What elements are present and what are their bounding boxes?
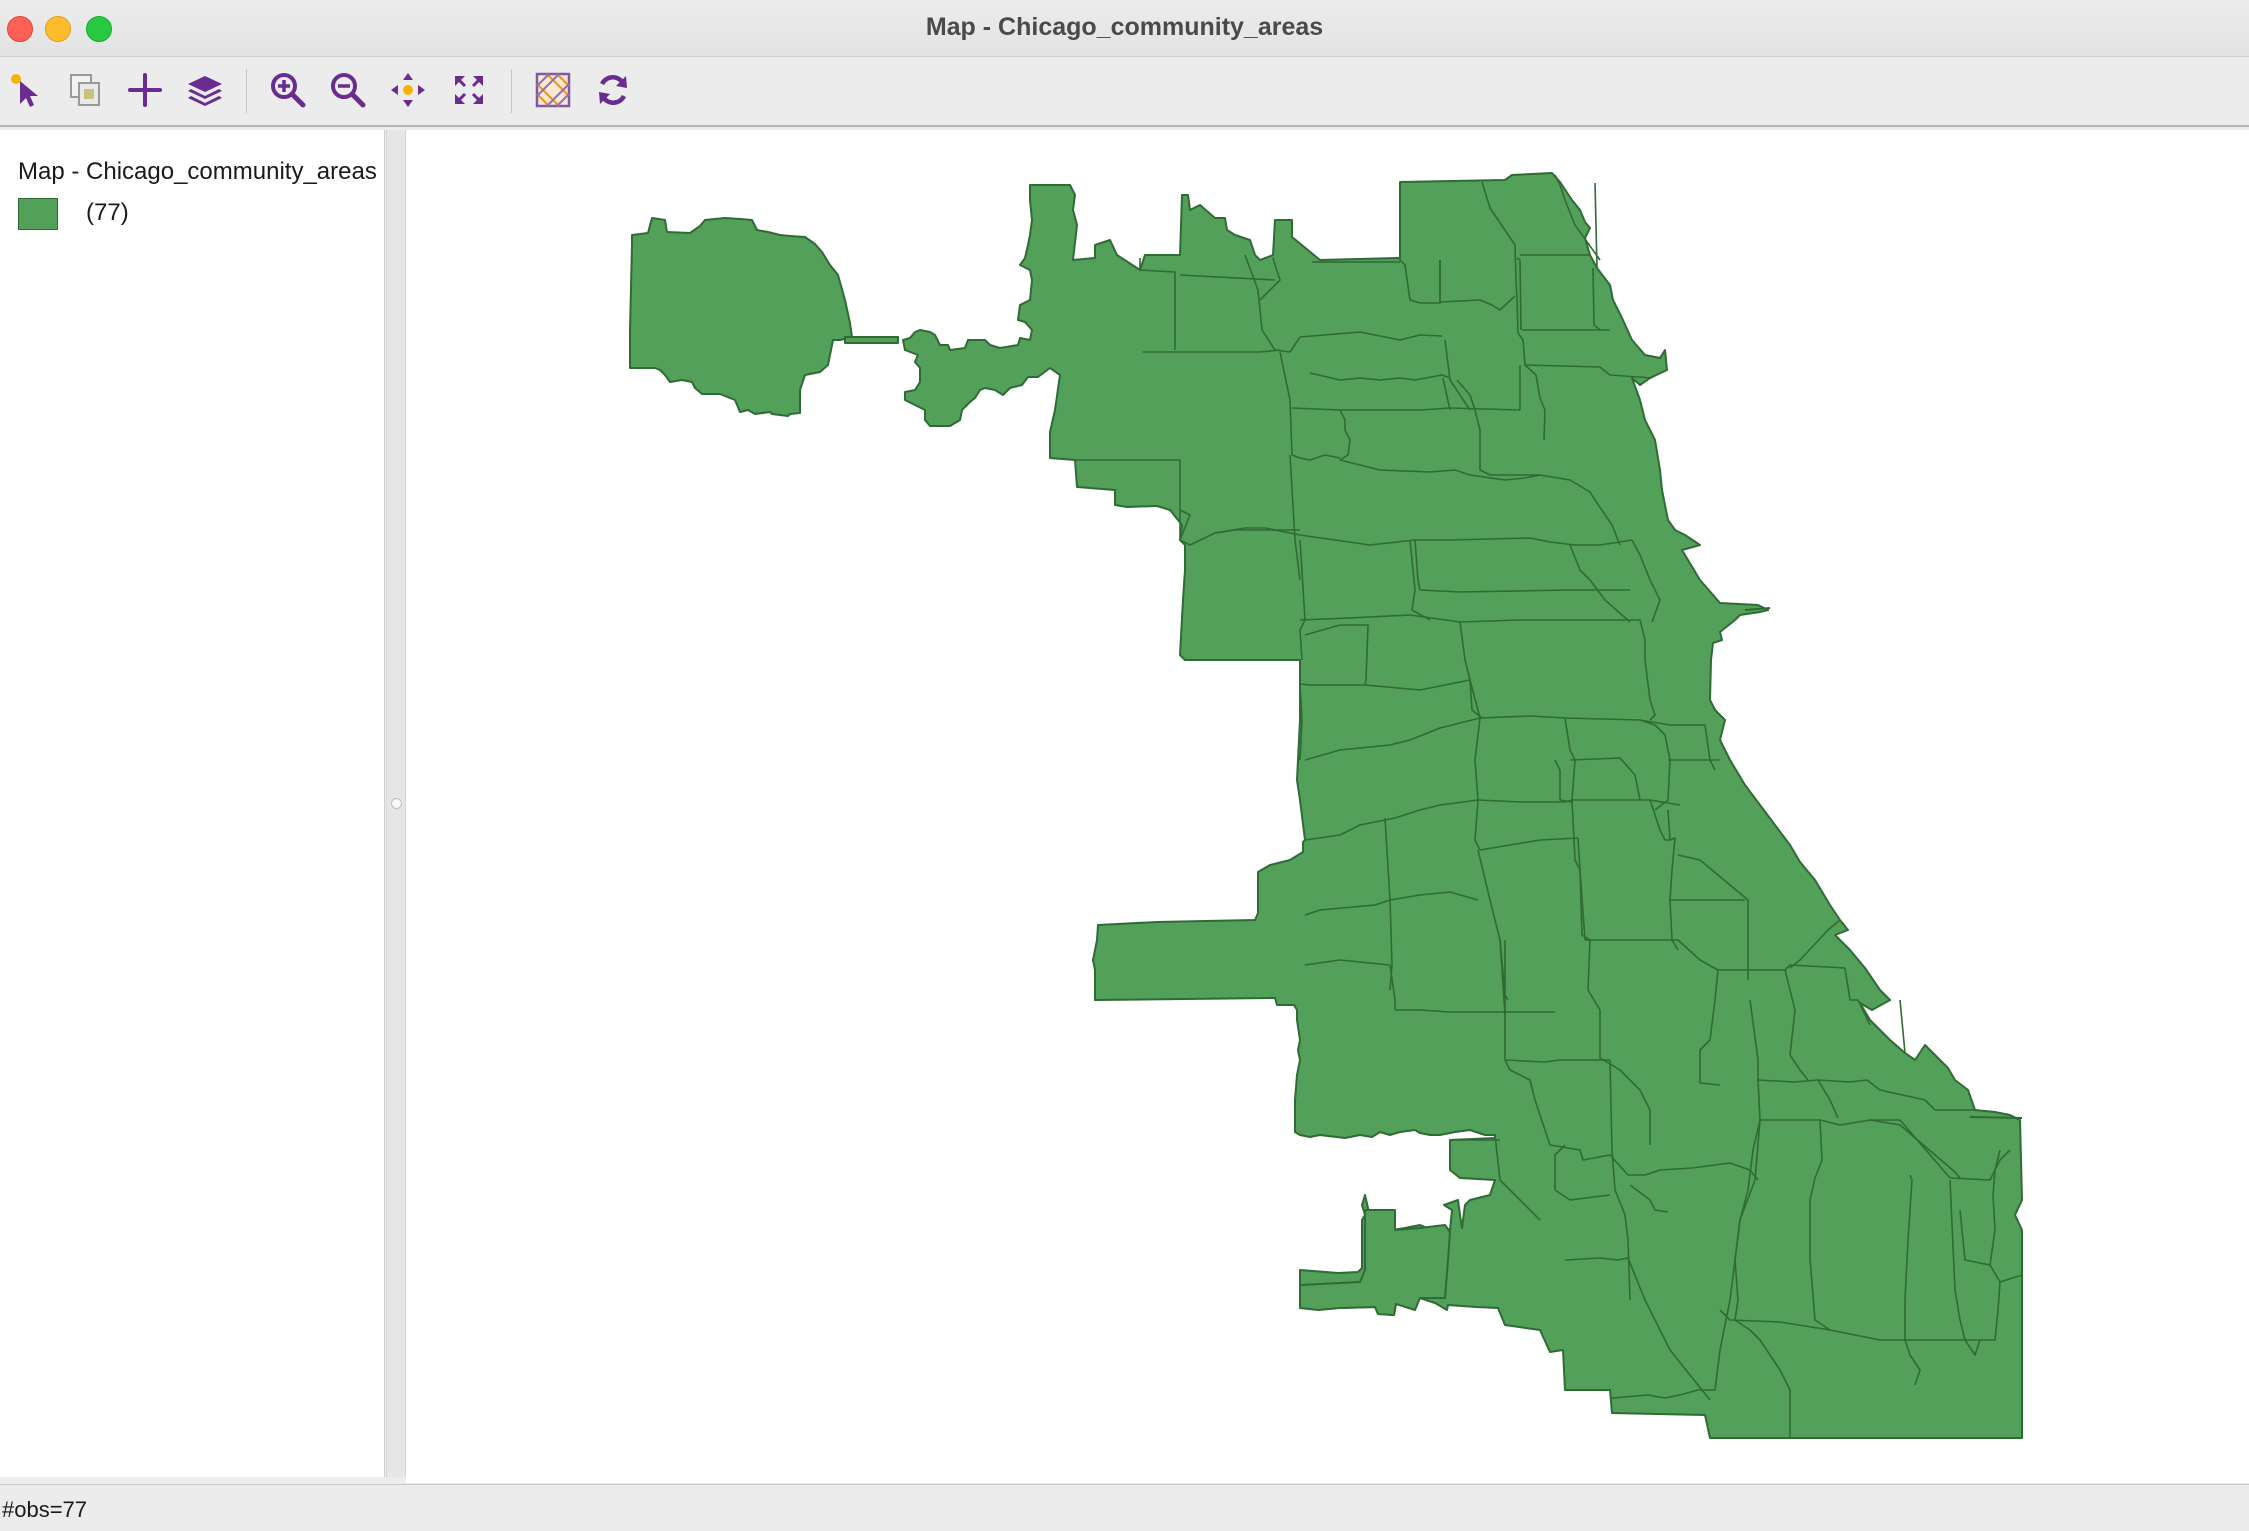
panel-splitter[interactable] (386, 130, 406, 1477)
window-title: Map - Chicago_community_areas (925, 13, 1324, 41)
city-main-body[interactable] (902, 172, 2023, 1439)
layers-button[interactable] (182, 67, 228, 113)
add-layer-button[interactable] (122, 67, 168, 113)
full-extent-button[interactable] (446, 67, 492, 113)
selection-shape-button[interactable] (62, 67, 108, 113)
zoom-out-button[interactable] (325, 67, 371, 113)
status-bar: #obs=77 (0, 1484, 2249, 1531)
splitter-handle[interactable] (391, 798, 402, 809)
legend-panel: Map - Chicago_community_areas (77) (0, 130, 385, 1477)
pointer-arrow-icon (11, 74, 38, 107)
zoom-in-button[interactable] (265, 67, 311, 113)
pan-arrows-icon (391, 73, 425, 107)
map-toolbar (0, 57, 2249, 127)
refresh-icon (599, 75, 627, 105)
legend-color-swatch[interactable] (18, 198, 58, 230)
pan-button[interactable] (385, 67, 431, 113)
basemap-button[interactable] (530, 67, 576, 113)
basemap-grid-icon (535, 72, 571, 108)
observation-count: #obs=77 (2, 1497, 88, 1522)
selection-copy-icon (70, 74, 100, 106)
refresh-button[interactable] (590, 67, 636, 113)
ohare-connector[interactable] (844, 336, 899, 344)
expand-arrows-icon (455, 76, 483, 104)
legend-category-label: (77) (86, 199, 129, 226)
chicago-community-areas-map[interactable] (406, 130, 2249, 1483)
layers-stack-icon (188, 76, 222, 106)
legend-title: Map - Chicago_community_areas (18, 158, 377, 185)
map-canvas[interactable] (406, 130, 2249, 1483)
zoom-out-icon (331, 73, 366, 108)
plus-icon (128, 73, 162, 107)
zoom-in-icon (271, 73, 306, 108)
select-tool-button[interactable] (4, 67, 50, 113)
title-bar: Map - Chicago_community_areas (0, 0, 2249, 57)
ohare-area[interactable] (629, 217, 853, 417)
